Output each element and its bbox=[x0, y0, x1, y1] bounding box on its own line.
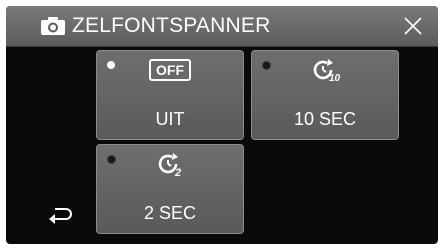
option-label: UIT bbox=[155, 109, 185, 129]
close-icon[interactable] bbox=[402, 15, 424, 37]
unselected-indicator bbox=[107, 155, 116, 164]
timer-2-icon: 2 bbox=[158, 153, 181, 179]
option-off-tile[interactable]: OFF UIT bbox=[96, 50, 244, 140]
off-badge: OFF bbox=[149, 59, 191, 81]
option-label: 2 SEC bbox=[143, 203, 197, 223]
selftimer-screen: ZELFONTSPANNER OFF UIT 10 10 SEC 2 2 SEC bbox=[6, 6, 438, 244]
option-10sec-tile[interactable]: 10 10 SEC bbox=[251, 50, 399, 140]
timer-digits: 10 bbox=[329, 73, 341, 84]
option-2sec-tile[interactable]: 2 2 SEC bbox=[96, 144, 244, 234]
unselected-indicator bbox=[262, 61, 271, 70]
selected-indicator bbox=[107, 61, 115, 69]
option-label: 10 SEC bbox=[293, 109, 357, 129]
page-title: ZELFONTSPANNER bbox=[72, 14, 271, 37]
camera-icon bbox=[41, 17, 65, 35]
back-arrow-icon[interactable] bbox=[48, 204, 74, 224]
header-bar: ZELFONTSPANNER bbox=[6, 6, 438, 47]
timer-digits: 2 bbox=[174, 167, 181, 179]
timer-10-icon: 10 bbox=[313, 59, 341, 84]
